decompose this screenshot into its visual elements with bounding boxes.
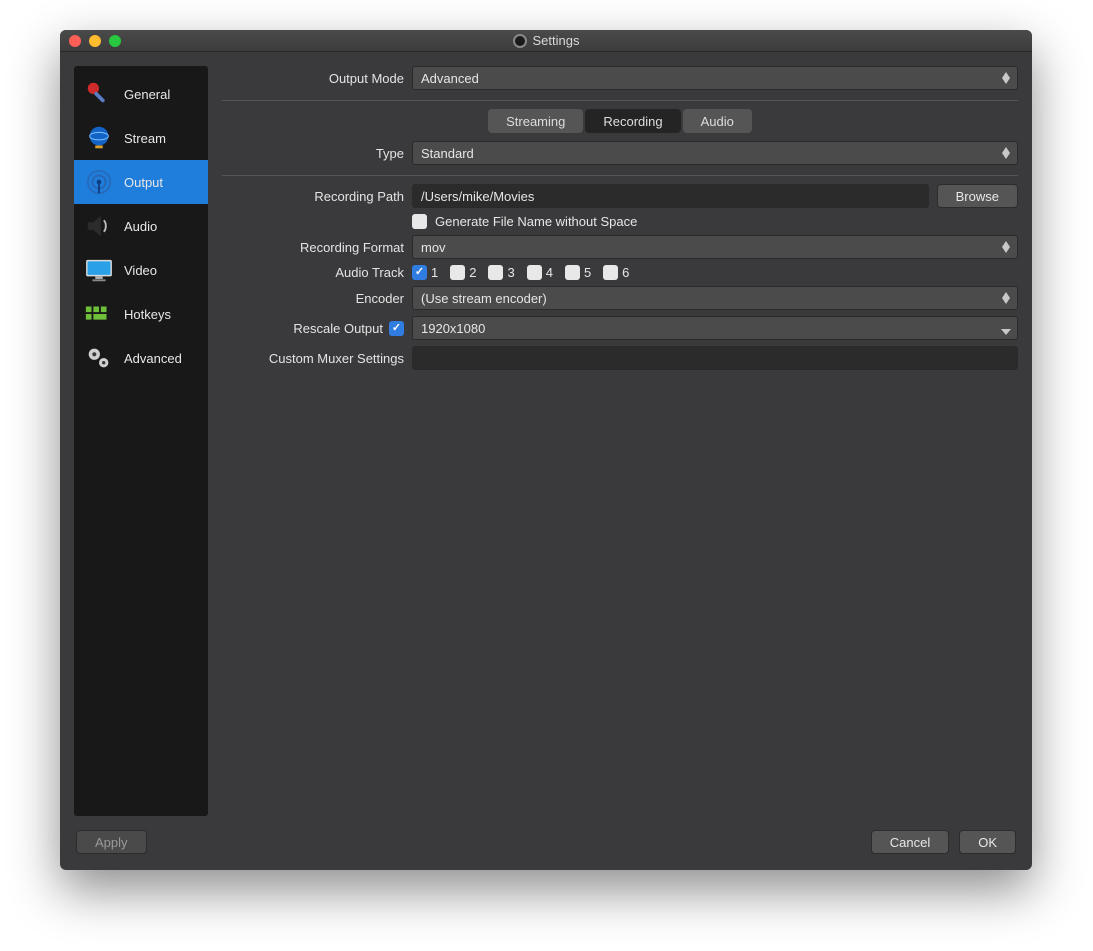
audio-track-group: 1 2 3 4 5 6 xyxy=(412,265,629,280)
audio-track-1-checkbox[interactable] xyxy=(412,265,427,280)
tab-streaming[interactable]: Streaming xyxy=(488,109,583,133)
chevron-down-icon xyxy=(1001,325,1011,340)
minimize-window-button[interactable] xyxy=(89,35,101,47)
recording-format-value: mov xyxy=(421,240,446,255)
close-window-button[interactable] xyxy=(69,35,81,47)
zoom-window-button[interactable] xyxy=(109,35,121,47)
sidebar-item-audio[interactable]: Audio xyxy=(74,204,208,248)
settings-sidebar: General Stream Output Audio xyxy=(74,66,208,816)
keyboard-icon xyxy=(84,299,114,329)
rescale-output-label: Rescale Output xyxy=(293,321,383,336)
sidebar-item-hotkeys[interactable]: Hotkeys xyxy=(74,292,208,336)
dialog-footer: Apply Cancel OK xyxy=(60,824,1032,870)
obs-icon xyxy=(513,34,527,48)
audio-track-4-checkbox[interactable] xyxy=(527,265,542,280)
separator xyxy=(222,175,1018,176)
antenna-icon xyxy=(84,167,114,197)
encoder-label: Encoder xyxy=(222,291,412,306)
recording-path-input[interactable]: /Users/mike/Movies xyxy=(412,184,929,208)
stepper-arrows-icon xyxy=(999,238,1013,256)
audio-track-2-checkbox[interactable] xyxy=(450,265,465,280)
wrench-icon xyxy=(84,79,114,109)
output-mode-select[interactable]: Advanced xyxy=(412,66,1018,90)
stepper-arrows-icon xyxy=(999,69,1013,87)
audio-track-label: Audio Track xyxy=(222,265,412,280)
recording-path-label: Recording Path xyxy=(222,189,412,204)
recording-type-select[interactable]: Standard xyxy=(412,141,1018,165)
rescale-output-checkbox[interactable] xyxy=(389,321,404,336)
sidebar-item-video[interactable]: Video xyxy=(74,248,208,292)
encoder-select[interactable]: (Use stream encoder) xyxy=(412,286,1018,310)
window-title: Settings xyxy=(533,33,580,48)
settings-main: Output Mode Advanced Streaming xyxy=(222,66,1018,816)
sidebar-label: Audio xyxy=(124,219,157,234)
sidebar-item-advanced[interactable]: Advanced xyxy=(74,336,208,380)
gears-icon xyxy=(84,343,114,373)
speaker-icon xyxy=(84,211,114,241)
separator xyxy=(222,100,1018,101)
output-mode-value: Advanced xyxy=(421,71,479,86)
cancel-button[interactable]: Cancel xyxy=(871,830,949,854)
encoder-value: (Use stream encoder) xyxy=(421,291,547,306)
sidebar-label: Stream xyxy=(124,131,166,146)
recording-format-select[interactable]: mov xyxy=(412,235,1018,259)
sidebar-item-general[interactable]: General xyxy=(74,72,208,116)
ok-button[interactable]: OK xyxy=(959,830,1016,854)
audio-track-5-checkbox[interactable] xyxy=(565,265,580,280)
stepper-arrows-icon xyxy=(999,289,1013,307)
custom-muxer-label: Custom Muxer Settings xyxy=(222,351,412,366)
generate-no-space-label: Generate File Name without Space xyxy=(435,214,637,229)
titlebar: Settings xyxy=(60,30,1032,52)
rescale-output-combo[interactable]: 1920x1080 xyxy=(412,316,1018,340)
sidebar-item-stream[interactable]: Stream xyxy=(74,116,208,160)
recording-format-label: Recording Format xyxy=(222,240,412,255)
audio-track-3-checkbox[interactable] xyxy=(488,265,503,280)
audio-track-6-checkbox[interactable] xyxy=(603,265,618,280)
rescale-output-value: 1920x1080 xyxy=(421,321,485,336)
sidebar-label: Output xyxy=(124,175,163,190)
output-mode-label: Output Mode xyxy=(222,71,412,86)
settings-window: Settings General Stream Output xyxy=(60,30,1032,870)
output-subtabs: Streaming Recording Audio xyxy=(222,109,1018,133)
sidebar-label: General xyxy=(124,87,170,102)
type-value: Standard xyxy=(421,146,474,161)
monitor-icon xyxy=(84,255,114,285)
type-label: Type xyxy=(222,146,412,161)
stepper-arrows-icon xyxy=(999,144,1013,162)
sidebar-label: Video xyxy=(124,263,157,278)
browse-button[interactable]: Browse xyxy=(937,184,1018,208)
sidebar-label: Hotkeys xyxy=(124,307,171,322)
generate-no-space-checkbox[interactable] xyxy=(412,214,427,229)
custom-muxer-input[interactable] xyxy=(412,346,1018,370)
sidebar-label: Advanced xyxy=(124,351,182,366)
tab-recording[interactable]: Recording xyxy=(585,109,680,133)
apply-button[interactable]: Apply xyxy=(76,830,147,854)
tab-audio[interactable]: Audio xyxy=(683,109,752,133)
recording-path-value: /Users/mike/Movies xyxy=(421,189,534,204)
sidebar-item-output[interactable]: Output xyxy=(74,160,208,204)
globe-icon xyxy=(84,123,114,153)
